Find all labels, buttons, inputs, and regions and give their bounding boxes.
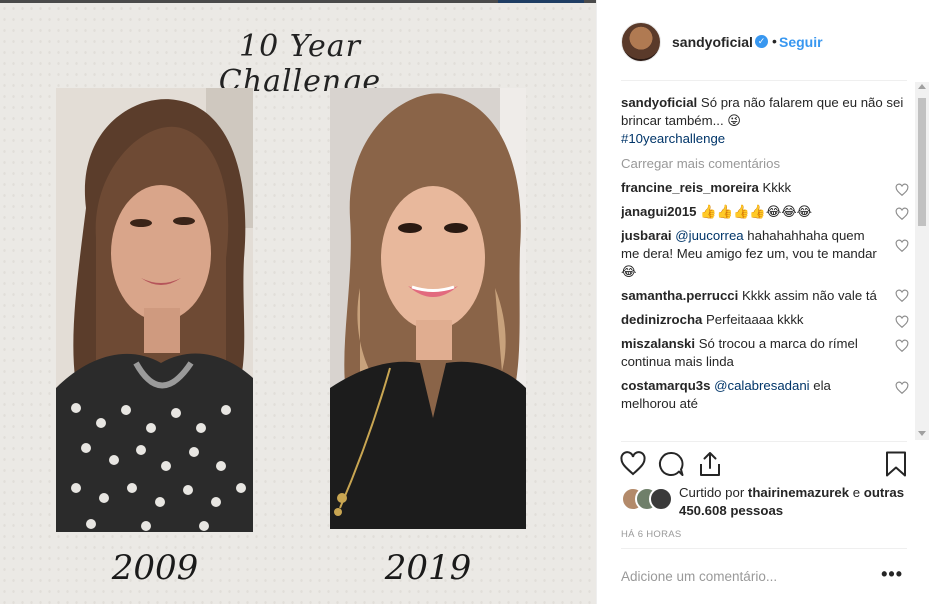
photo-2009 <box>56 88 253 532</box>
comment-username[interactable]: miszalanski <box>621 336 695 351</box>
share-icon[interactable] <box>696 450 724 478</box>
caption: sandyoficial Só pra não falarem que eu n… <box>621 94 911 148</box>
add-comment-form: ••• <box>621 565 911 585</box>
comment-like-heart-icon[interactable] <box>895 239 909 253</box>
post-timestamp[interactable]: HÁ 6 HORAS <box>621 529 682 540</box>
comments-divider <box>621 441 907 442</box>
comment-text: Kkkk <box>762 180 792 195</box>
comment-item: jusbarai @juucorrea hahahahhaha quem me … <box>621 227 911 281</box>
year-label-2019: 2019 <box>384 548 472 588</box>
header-divider <box>621 80 907 81</box>
portrait-2019 <box>330 88 526 529</box>
comment-username[interactable]: francine_reis_moreira <box>621 180 759 195</box>
photo-2019 <box>330 88 526 529</box>
comment-username[interactable]: janagui2015 <box>621 204 697 219</box>
comment-text: Kkkk assim não vale tá <box>741 288 877 303</box>
comment-text: 👍👍👍👍😂😂😂 <box>700 204 813 219</box>
liked-by-username[interactable]: thairinemazurek <box>748 485 849 500</box>
comment-like-heart-icon[interactable] <box>895 207 909 221</box>
header-separator: • <box>772 33 777 49</box>
post-image[interactable]: 10 Year Challenge 2009 2019 <box>0 3 596 604</box>
caption-hashtag[interactable]: #10yearchallenge <box>621 131 725 146</box>
comment-text: Perfeitaaaa kkkk <box>706 312 804 327</box>
comment-item: costamarqu3s @calabresadani ela melhorou… <box>621 377 911 413</box>
liked-by-prefix: Curtido por <box>679 485 745 500</box>
comments-scrollbar[interactable] <box>915 82 929 440</box>
comments-list[interactable]: sandyoficial Só pra não falarem que eu n… <box>621 94 911 439</box>
comment-mention[interactable]: @juucorrea <box>675 228 743 243</box>
comment-username[interactable]: dedinizrocha <box>621 312 702 327</box>
load-more-comments-button[interactable]: Carregar mais comentários <box>621 155 911 173</box>
author-username[interactable]: sandyoficial <box>672 34 753 50</box>
comment-like-heart-icon[interactable] <box>895 381 909 395</box>
footer-divider <box>621 548 907 549</box>
bookmark-icon[interactable] <box>882 450 910 478</box>
portrait-2009 <box>56 88 253 532</box>
comment-item: dedinizrocha Perfeitaaaa kkkk <box>621 311 911 329</box>
comment-item: samantha.perrucci Kkkk assim não vale tá <box>621 287 911 305</box>
comment-input[interactable] <box>621 567 871 585</box>
comment-item: janagui2015 👍👍👍👍😂😂😂 <box>621 203 911 221</box>
scroll-thumb[interactable] <box>918 98 926 226</box>
scroll-down-arrow-icon[interactable] <box>918 431 926 436</box>
more-options-button[interactable]: ••• <box>881 565 903 583</box>
caption-username[interactable]: sandyoficial <box>621 95 697 110</box>
post-header: sandyoficial ✓ • Seguir <box>597 2 932 80</box>
comment-username[interactable]: costamarqu3s <box>621 378 710 393</box>
comment-like-heart-icon[interactable] <box>895 315 909 329</box>
verified-badge-icon: ✓ <box>755 35 768 48</box>
liked-by-avatars[interactable] <box>621 487 673 511</box>
comment-item: miszalanski Só trocou a marca do rímel c… <box>621 335 911 371</box>
comment-like-heart-icon[interactable] <box>895 339 909 353</box>
comment-mention[interactable]: @calabresadani <box>714 378 810 393</box>
comment-username[interactable]: jusbarai <box>621 228 672 243</box>
avatar[interactable] <box>621 22 661 62</box>
comment-like-heart-icon[interactable] <box>895 289 909 303</box>
comment-username[interactable]: samantha.perrucci <box>621 288 738 303</box>
action-bar <box>619 450 911 480</box>
liked-by-and: e <box>852 485 861 500</box>
scroll-up-arrow-icon[interactable] <box>918 84 926 89</box>
year-label-2009: 2009 <box>111 548 199 588</box>
avatar[interactable] <box>649 487 673 511</box>
heart-icon[interactable] <box>619 450 647 478</box>
comment-icon[interactable] <box>657 450 685 478</box>
comment-item: francine_reis_moreira Kkkk <box>621 179 911 197</box>
follow-button[interactable]: Seguir <box>779 34 823 50</box>
likes-summary: Curtido por thairinemazurek e outras 450… <box>621 484 911 520</box>
comment-like-heart-icon[interactable] <box>895 183 909 197</box>
likes-text: Curtido por thairinemazurek e outras 450… <box>679 484 914 520</box>
post-sidebar: sandyoficial ✓ • Seguir sandyoficial Só … <box>596 0 932 604</box>
